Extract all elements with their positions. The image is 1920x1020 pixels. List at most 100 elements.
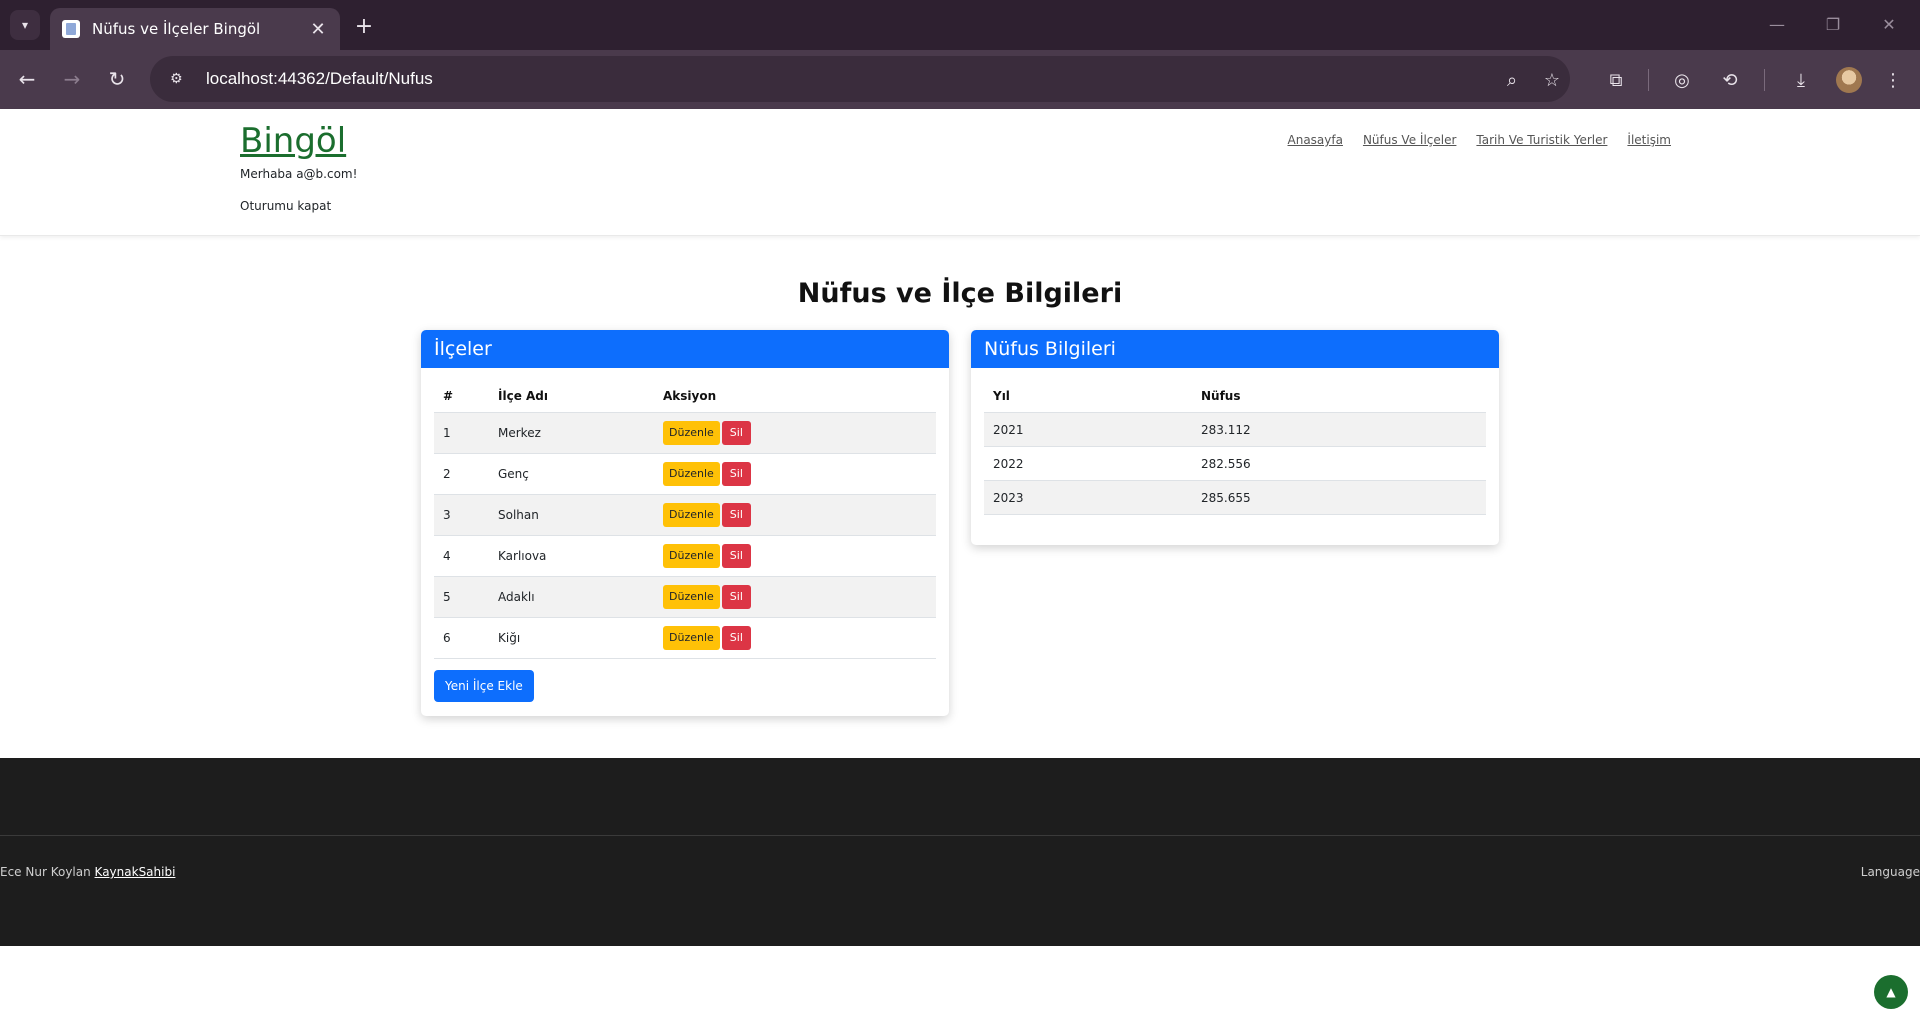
district-name: Kiğı [489,617,654,659]
year-cell: 2022 [984,446,1192,481]
edit-button[interactable]: Düzenle [663,626,720,650]
site-header: Bingöl Merhaba a@b.com! Oturumu kapat An… [0,109,1920,236]
year-cell: 2023 [984,480,1192,515]
nav-link-home[interactable]: Anasayfa [1288,133,1343,147]
delete-button[interactable]: Sil [721,462,751,486]
year-cell: 2021 [984,412,1192,447]
column-header-population: Nüfus [1192,380,1486,413]
table-row: 2021 283.112 [984,412,1486,447]
browser-toolbar: ← → ↻ ⚙ localhost:44362/Default/Nufus ⌕ … [0,50,1920,109]
district-name: Karlıova [489,535,654,577]
delete-button[interactable]: Sil [721,626,751,650]
row-number: 2 [434,453,489,495]
districts-table: # İlçe Adı Aksiyon 1 Merkez Düzenle Sil 2… [434,380,936,659]
districts-card-title: İlçeler [421,330,949,368]
row-number: 6 [434,617,489,659]
edit-button[interactable]: Düzenle [663,421,720,445]
tab-search-chevron-icon[interactable]: ▾ [10,10,40,40]
browser-tab-bar: ▾ Nüfus ve İlçeler Bingöl ✕ + — ❐ ✕ [0,0,1920,50]
menu-kebab-icon[interactable]: ⋮ [1878,65,1908,95]
extensions-icon[interactable]: ⧉ [1601,65,1631,95]
nav-link-contact[interactable]: İletişim [1627,133,1671,147]
district-name: Genç [489,453,654,495]
history-icon[interactable]: ⟲ [1715,65,1745,95]
back-to-top-chevron-icon[interactable]: ▲ [1874,975,1908,1009]
delete-button[interactable]: Sil [721,585,751,609]
table-row: 4 Karlıova Düzenle Sil [434,535,936,577]
new-tab-icon[interactable]: + [350,12,378,40]
districts-card-body: # İlçe Adı Aksiyon 1 Merkez Düzenle Sil 2… [421,368,949,714]
restore-icon[interactable]: ❐ [1818,12,1848,36]
row-number: 5 [434,576,489,618]
zoom-icon[interactable]: ⌕ [1500,68,1524,92]
table-row: 5 Adaklı Düzenle Sil [434,576,936,618]
minimize-icon[interactable]: — [1762,12,1792,36]
row-actions: Düzenle Sil [654,535,936,577]
row-actions: Düzenle Sil [654,617,936,659]
table-row: 2023 285.655 [984,480,1486,515]
nav-link-population[interactable]: Nüfus Ve İlçeler [1363,133,1456,147]
table-row: 3 Solhan Düzenle Sil [434,494,936,536]
row-number: 1 [434,412,489,454]
address-bar[interactable]: ⚙ localhost:44362/Default/Nufus ⌕ ☆ [150,56,1570,102]
nav-link-history[interactable]: Tarih Ve Turistik Yerler [1476,133,1607,147]
row-number: 3 [434,494,489,536]
table-row: 2 Genç Düzenle Sil [434,453,936,495]
row-actions: Düzenle Sil [654,453,936,495]
table-row: 1 Merkez Düzenle Sil [434,412,936,454]
footer-divider [0,835,1920,836]
districts-card: İlçeler # İlçe Adı Aksiyon 1 Merkez Düze… [421,330,949,716]
footer-credit: Ece Nur Koylan KaynakSahibi [0,865,175,879]
delete-button[interactable]: Sil [721,421,751,445]
incognito-icon[interactable]: ◎ [1667,65,1697,95]
column-header-year: Yıl [984,380,1192,413]
delete-button[interactable]: Sil [721,503,751,527]
column-header-number: # [434,380,489,413]
table-header-row: # İlçe Adı Aksiyon [434,380,936,413]
main-nav: Anasayfa Nüfus Ve İlçeler Tarih Ve Turis… [1288,133,1672,147]
url-text[interactable]: localhost:44362/Default/Nufus [206,69,433,89]
district-name: Solhan [489,494,654,536]
edit-button[interactable]: Düzenle [663,462,720,486]
download-icon[interactable]: ⤓ [1786,65,1816,95]
row-actions: Düzenle Sil [654,494,936,536]
population-cell: 285.655 [1192,480,1486,515]
population-table: Yıl Nüfus 2021 283.112 2022 282.556 2023… [984,380,1486,515]
population-card-body: Yıl Nüfus 2021 283.112 2022 282.556 2023… [971,368,1499,527]
row-actions: Düzenle Sil [654,412,936,454]
footer-author: Ece Nur Koylan [0,865,91,879]
toolbar-divider [1764,69,1765,91]
tab-close-icon[interactable]: ✕ [308,19,328,40]
add-district-button[interactable]: Yeni İlçe Ekle [434,670,534,702]
user-greeting: Merhaba a@b.com! [240,167,358,181]
edit-button[interactable]: Düzenle [663,585,720,609]
language-selector[interactable]: Language [1861,865,1920,879]
page-favicon-icon [62,20,80,38]
population-cell: 283.112 [1192,412,1486,447]
page-title: Nüfus ve İlçe Bilgileri [797,278,1123,309]
site-footer: Ece Nur Koylan KaynakSahibi Language [0,758,1920,946]
edit-button[interactable]: Düzenle [663,544,720,568]
reload-icon[interactable]: ↻ [100,62,134,96]
district-name: Merkez [489,412,654,454]
table-row: 2022 282.556 [984,446,1486,481]
population-cell: 282.556 [1192,446,1486,481]
browser-tab[interactable]: Nüfus ve İlçeler Bingöl ✕ [50,8,340,50]
population-card: Nüfus Bilgileri Yıl Nüfus 2021 283.112 2… [971,330,1499,545]
logout-button[interactable]: Oturumu kapat [240,199,331,213]
delete-button[interactable]: Sil [721,544,751,568]
site-info-icon[interactable]: ⚙ [170,71,192,87]
profile-avatar[interactable] [1836,67,1862,93]
back-arrow-icon[interactable]: ← [10,62,44,96]
population-card-title: Nüfus Bilgileri [971,330,1499,368]
footer-source-link[interactable]: KaynakSahibi [95,865,176,879]
table-row: 6 Kiğı Düzenle Sil [434,617,936,659]
brand-link[interactable]: Bingöl [240,121,346,161]
bookmark-star-icon[interactable]: ☆ [1540,68,1564,92]
edit-button[interactable]: Düzenle [663,503,720,527]
forward-arrow-icon[interactable]: → [55,62,89,96]
toolbar-divider [1648,69,1649,91]
window-close-icon[interactable]: ✕ [1874,12,1904,36]
column-header-name: İlçe Adı [489,380,654,413]
table-header-row: Yıl Nüfus [984,380,1486,413]
